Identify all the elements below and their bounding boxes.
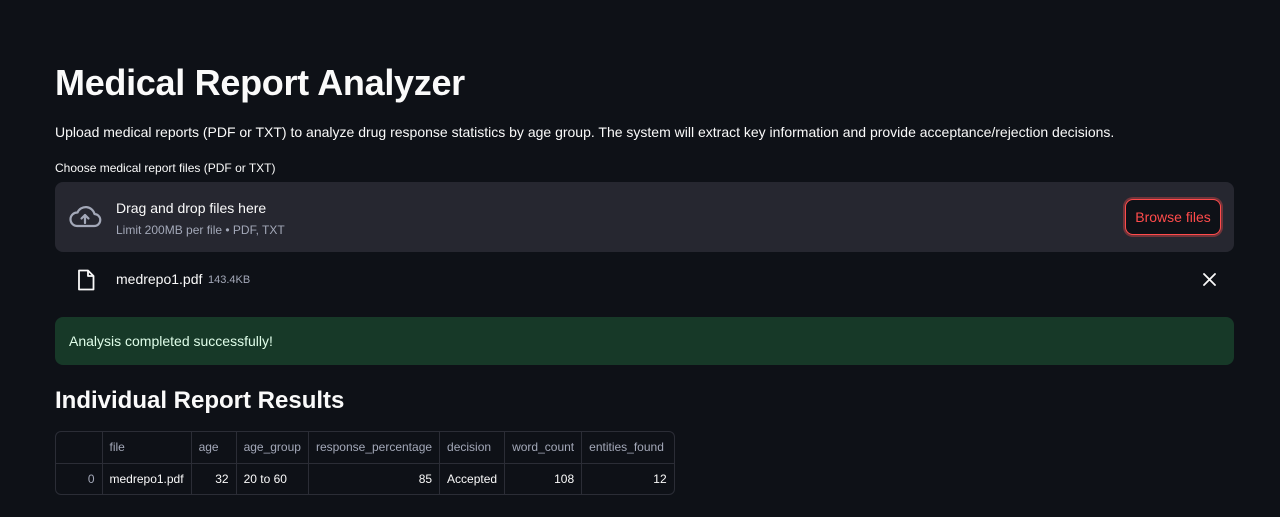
cell-word-count[interactable]: 108 — [504, 463, 583, 494]
row-index[interactable]: 0 — [56, 463, 103, 494]
cell-age[interactable]: 32 — [191, 463, 237, 494]
success-alert: Analysis completed successfully! — [55, 317, 1234, 365]
uploader-label: Choose medical report files (PDF or TXT) — [55, 161, 276, 175]
file-dropzone[interactable]: Drag and drop files here Limit 200MB per… — [55, 182, 1234, 252]
page-title: Medical Report Analyzer — [55, 62, 465, 103]
dropzone-title: Drag and drop files here — [116, 200, 267, 216]
uploaded-file-item: medrepo1.pdf 143.4KB — [55, 262, 1234, 298]
results-subheader: Individual Report Results — [55, 387, 345, 414]
column-header-age-group[interactable]: age_group — [236, 432, 309, 464]
table-row: 0 medrepo1.pdf 32 20 to 60 85 Accepted 1… — [56, 463, 674, 494]
column-header-age[interactable]: age — [191, 432, 237, 464]
page-description: Upload medical reports (PDF or TXT) to a… — [55, 124, 1115, 140]
results-dataframe[interactable]: file age age_group response_percentage d… — [55, 431, 675, 495]
cell-age-group[interactable]: 20 to 60 — [236, 463, 309, 494]
column-header-word-count[interactable]: word_count — [504, 432, 583, 464]
cell-decision[interactable]: Accepted — [439, 463, 506, 494]
column-header-file[interactable]: file — [102, 432, 192, 464]
column-header-response-percentage[interactable]: response_percentage — [308, 432, 441, 464]
uploaded-file-size: 143.4KB — [208, 274, 251, 286]
close-icon[interactable] — [1203, 273, 1216, 286]
file-icon — [78, 269, 95, 291]
cloud-upload-icon — [69, 206, 102, 228]
column-header-index[interactable] — [56, 432, 103, 464]
column-header-entities-found[interactable]: entities_found — [581, 432, 674, 464]
cell-entities-found[interactable]: 12 — [582, 463, 674, 494]
success-alert-text: Analysis completed successfully! — [69, 333, 273, 349]
cell-response-percentage[interactable]: 85 — [308, 463, 441, 494]
cell-file[interactable]: medrepo1.pdf — [102, 463, 192, 494]
table-header-row: file age age_group response_percentage d… — [56, 432, 674, 464]
column-header-decision[interactable]: decision — [439, 432, 506, 464]
dropzone-limit: Limit 200MB per file • PDF, TXT — [116, 223, 285, 237]
uploaded-file-name: medrepo1.pdf — [116, 271, 203, 287]
browse-files-button[interactable]: Browse files — [1125, 199, 1221, 235]
